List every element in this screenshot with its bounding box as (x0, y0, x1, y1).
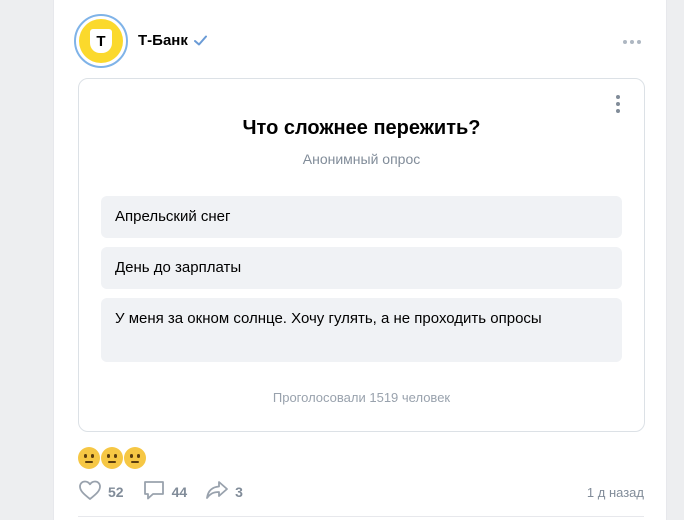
author-name[interactable]: Т-Банк (138, 32, 207, 49)
thinking-face-icon (101, 447, 123, 469)
share-button[interactable]: 3 (205, 479, 243, 506)
comment-button[interactable]: 44 (142, 479, 188, 506)
thinking-face-icon (124, 447, 146, 469)
like-button[interactable]: 52 (78, 479, 124, 506)
poll-title: Что сложнее пережить? (242, 117, 481, 139)
avatar[interactable]: Т (74, 14, 128, 68)
post-timestamp[interactable]: 1 д назад (587, 485, 644, 500)
poll-option[interactable]: У меня за окном солнце. Хочу гулять, а н… (101, 298, 622, 362)
poll: Что сложнее пережить? Анонимный опрос Ап… (78, 78, 645, 432)
poll-menu-icon[interactable] (610, 93, 626, 115)
post-header: Т Т-Банк (74, 14, 646, 70)
poll-options: Апрельский снег День до зарплаты У меня … (101, 196, 622, 371)
reactions[interactable] (78, 447, 146, 469)
poll-option[interactable]: Апрельский снег (101, 196, 622, 238)
comment-icon (142, 479, 166, 506)
author-label: Т-Банк (138, 32, 188, 49)
divider (78, 516, 644, 517)
verified-icon (193, 35, 207, 46)
heart-icon (78, 479, 102, 506)
like-count: 52 (108, 484, 124, 500)
poll-votes-count[interactable]: Проголосовали 1519 человек (79, 390, 644, 405)
logo-letter: Т (96, 32, 106, 50)
thinking-face-icon (78, 447, 100, 469)
share-arrow-icon (205, 479, 229, 506)
post-card: Т Т-Банк Что сложнее пережить? Анонимный… (53, 0, 667, 520)
comment-count: 44 (171, 484, 188, 500)
more-options-icon[interactable] (622, 34, 642, 50)
avatar-logo: Т (79, 19, 123, 63)
poll-option[interactable]: День до зарплаты (101, 247, 622, 289)
share-count: 3 (235, 484, 243, 500)
poll-subtitle: Анонимный опрос (302, 151, 421, 167)
post-actions: 52 44 3 1 д назад (78, 480, 644, 504)
tbank-logo-icon: Т (90, 29, 112, 53)
